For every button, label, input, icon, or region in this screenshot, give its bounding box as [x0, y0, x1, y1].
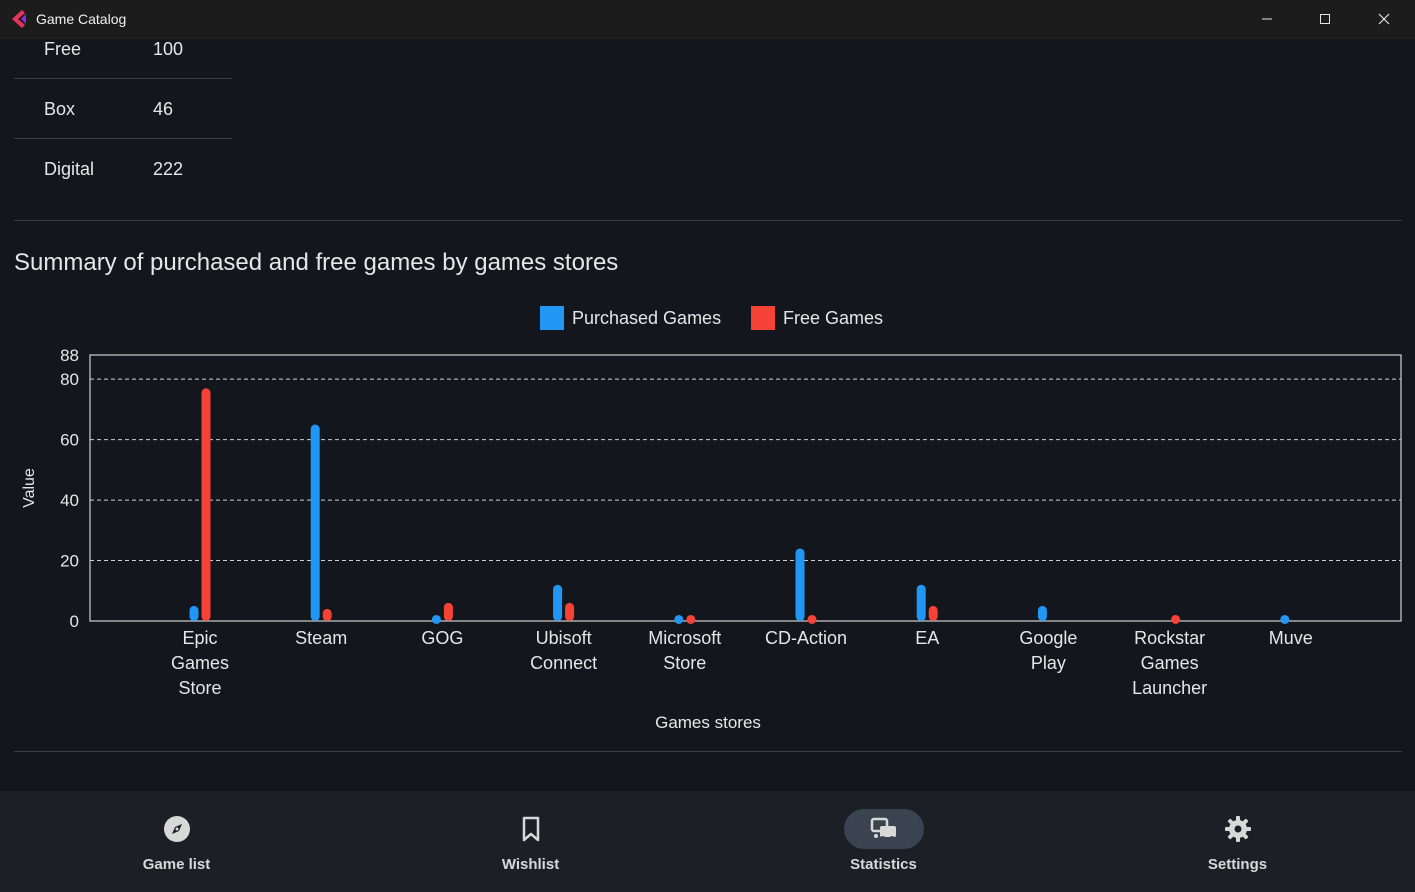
nav-item-statistics[interactable]: Statistics — [707, 791, 1060, 892]
bar-purchased — [189, 605, 199, 621]
bottom-navigation: Game list Wishlist Statistics Settings — [0, 791, 1415, 892]
legend-label: Purchased Games — [572, 307, 722, 328]
legend-swatch-free — [751, 306, 775, 330]
x-tick-label: Store — [663, 653, 706, 673]
bar-purchased — [1037, 605, 1047, 621]
x-tick-label: Games — [171, 653, 229, 673]
section-divider — [14, 220, 1402, 221]
legend-item-purchased: Purchased Games — [540, 305, 721, 331]
bar-free — [686, 614, 696, 624]
app-logo-icon — [12, 10, 26, 28]
x-tick-label: Connect — [530, 653, 597, 673]
y-axis-label: Value — [21, 468, 38, 508]
x-tick-label: Play — [1031, 653, 1066, 673]
type-count: 222 — [153, 159, 184, 179]
y-tick-label: 60 — [60, 431, 79, 450]
compass-icon — [163, 816, 190, 842]
stores-bar-chart: 0 20 40 60 80 88 Value Epic Games Store Steam GOG Ub… — [21, 346, 1402, 732]
bar-purchased — [674, 614, 684, 624]
nav-label: Settings — [1207, 856, 1268, 873]
bar-purchased — [431, 614, 441, 624]
x-tick-label: Microsoft — [648, 628, 721, 648]
legend-item-free: Free Games — [751, 305, 883, 331]
table-row: Box 46 — [14, 78, 232, 139]
bar-free — [201, 388, 211, 621]
nav-item-wishlist[interactable]: Wishlist — [354, 791, 707, 892]
x-tick-label: Google — [1019, 628, 1077, 648]
bar-free — [565, 602, 575, 621]
bar-free — [322, 608, 332, 621]
x-tick-label: Games — [1141, 653, 1199, 673]
type-count: 46 — [153, 99, 174, 119]
x-tick-label: Muve — [1269, 628, 1313, 648]
bar-free — [928, 605, 938, 621]
nav-pill-active — [843, 809, 924, 849]
legend-swatch-purchased — [540, 306, 564, 330]
nav-label: Wishlist — [501, 856, 560, 873]
x-tick-label: Rockstar — [1134, 628, 1205, 648]
x-axis-label: Games stores — [655, 713, 761, 732]
x-tick-label: Store — [178, 678, 221, 698]
minimize-icon — [1262, 18, 1272, 20]
maximize-button[interactable] — [1302, 0, 1348, 38]
bookmark-icon — [522, 816, 539, 842]
y-tick-label: 80 — [60, 370, 79, 389]
x-tick-label: CD-Action — [765, 628, 847, 648]
x-tick-label: GOG — [421, 628, 463, 648]
x-tick-label: Epic — [182, 628, 217, 648]
nav-pill — [137, 809, 217, 849]
nav-label: Statistics — [850, 856, 917, 873]
nav-item-settings[interactable]: Settings — [1061, 791, 1414, 892]
type-count: 100 — [153, 39, 184, 59]
x-tick-label: Steam — [295, 628, 347, 648]
x-tick-label: EA — [915, 628, 939, 648]
bar-purchased — [916, 584, 926, 621]
type-label: Free — [44, 39, 82, 59]
chart-icon — [870, 817, 896, 840]
table-row: Digital 222 — [14, 138, 232, 198]
minimize-button[interactable] — [1244, 0, 1290, 38]
statistics-content[interactable]: Free 100 Box 46 Digital 222 Summary of p… — [0, 38, 1415, 791]
nav-pill — [1198, 809, 1278, 849]
gear-icon — [1224, 816, 1251, 842]
type-label: Box — [44, 99, 76, 119]
nav-pill — [491, 809, 571, 849]
chart-section-title: Summary of purchased and free games by g… — [14, 249, 619, 276]
close-button[interactable] — [1361, 0, 1407, 38]
nav-item-game-list[interactable]: Game list — [0, 791, 353, 892]
bar-purchased — [553, 584, 563, 621]
y-tick-label: 88 — [60, 346, 79, 365]
bar-free — [1171, 614, 1181, 624]
nav-label: Game list — [142, 856, 211, 873]
bar-purchased — [310, 424, 320, 621]
bar-free — [443, 602, 453, 621]
y-tick-label: 0 — [70, 612, 79, 631]
type-label: Digital — [44, 159, 95, 179]
maximize-icon — [1320, 14, 1330, 24]
plot-frame — [89, 354, 1402, 622]
table-row: Free 100 — [14, 38, 232, 79]
title-bar: Game Catalog — [0, 0, 1415, 39]
window-title: Game Catalog — [36, 11, 127, 27]
bar-free — [807, 614, 817, 624]
bar-purchased — [1280, 614, 1290, 624]
section-divider — [14, 751, 1402, 752]
legend-label: Free Games — [783, 307, 884, 328]
close-icon — [1378, 13, 1390, 25]
y-tick-label: 20 — [60, 552, 79, 571]
x-tick-label: Launcher — [1132, 678, 1207, 698]
bar-purchased — [795, 548, 805, 621]
x-tick-label: Ubisoft — [536, 628, 592, 648]
y-tick-label: 40 — [60, 491, 79, 510]
